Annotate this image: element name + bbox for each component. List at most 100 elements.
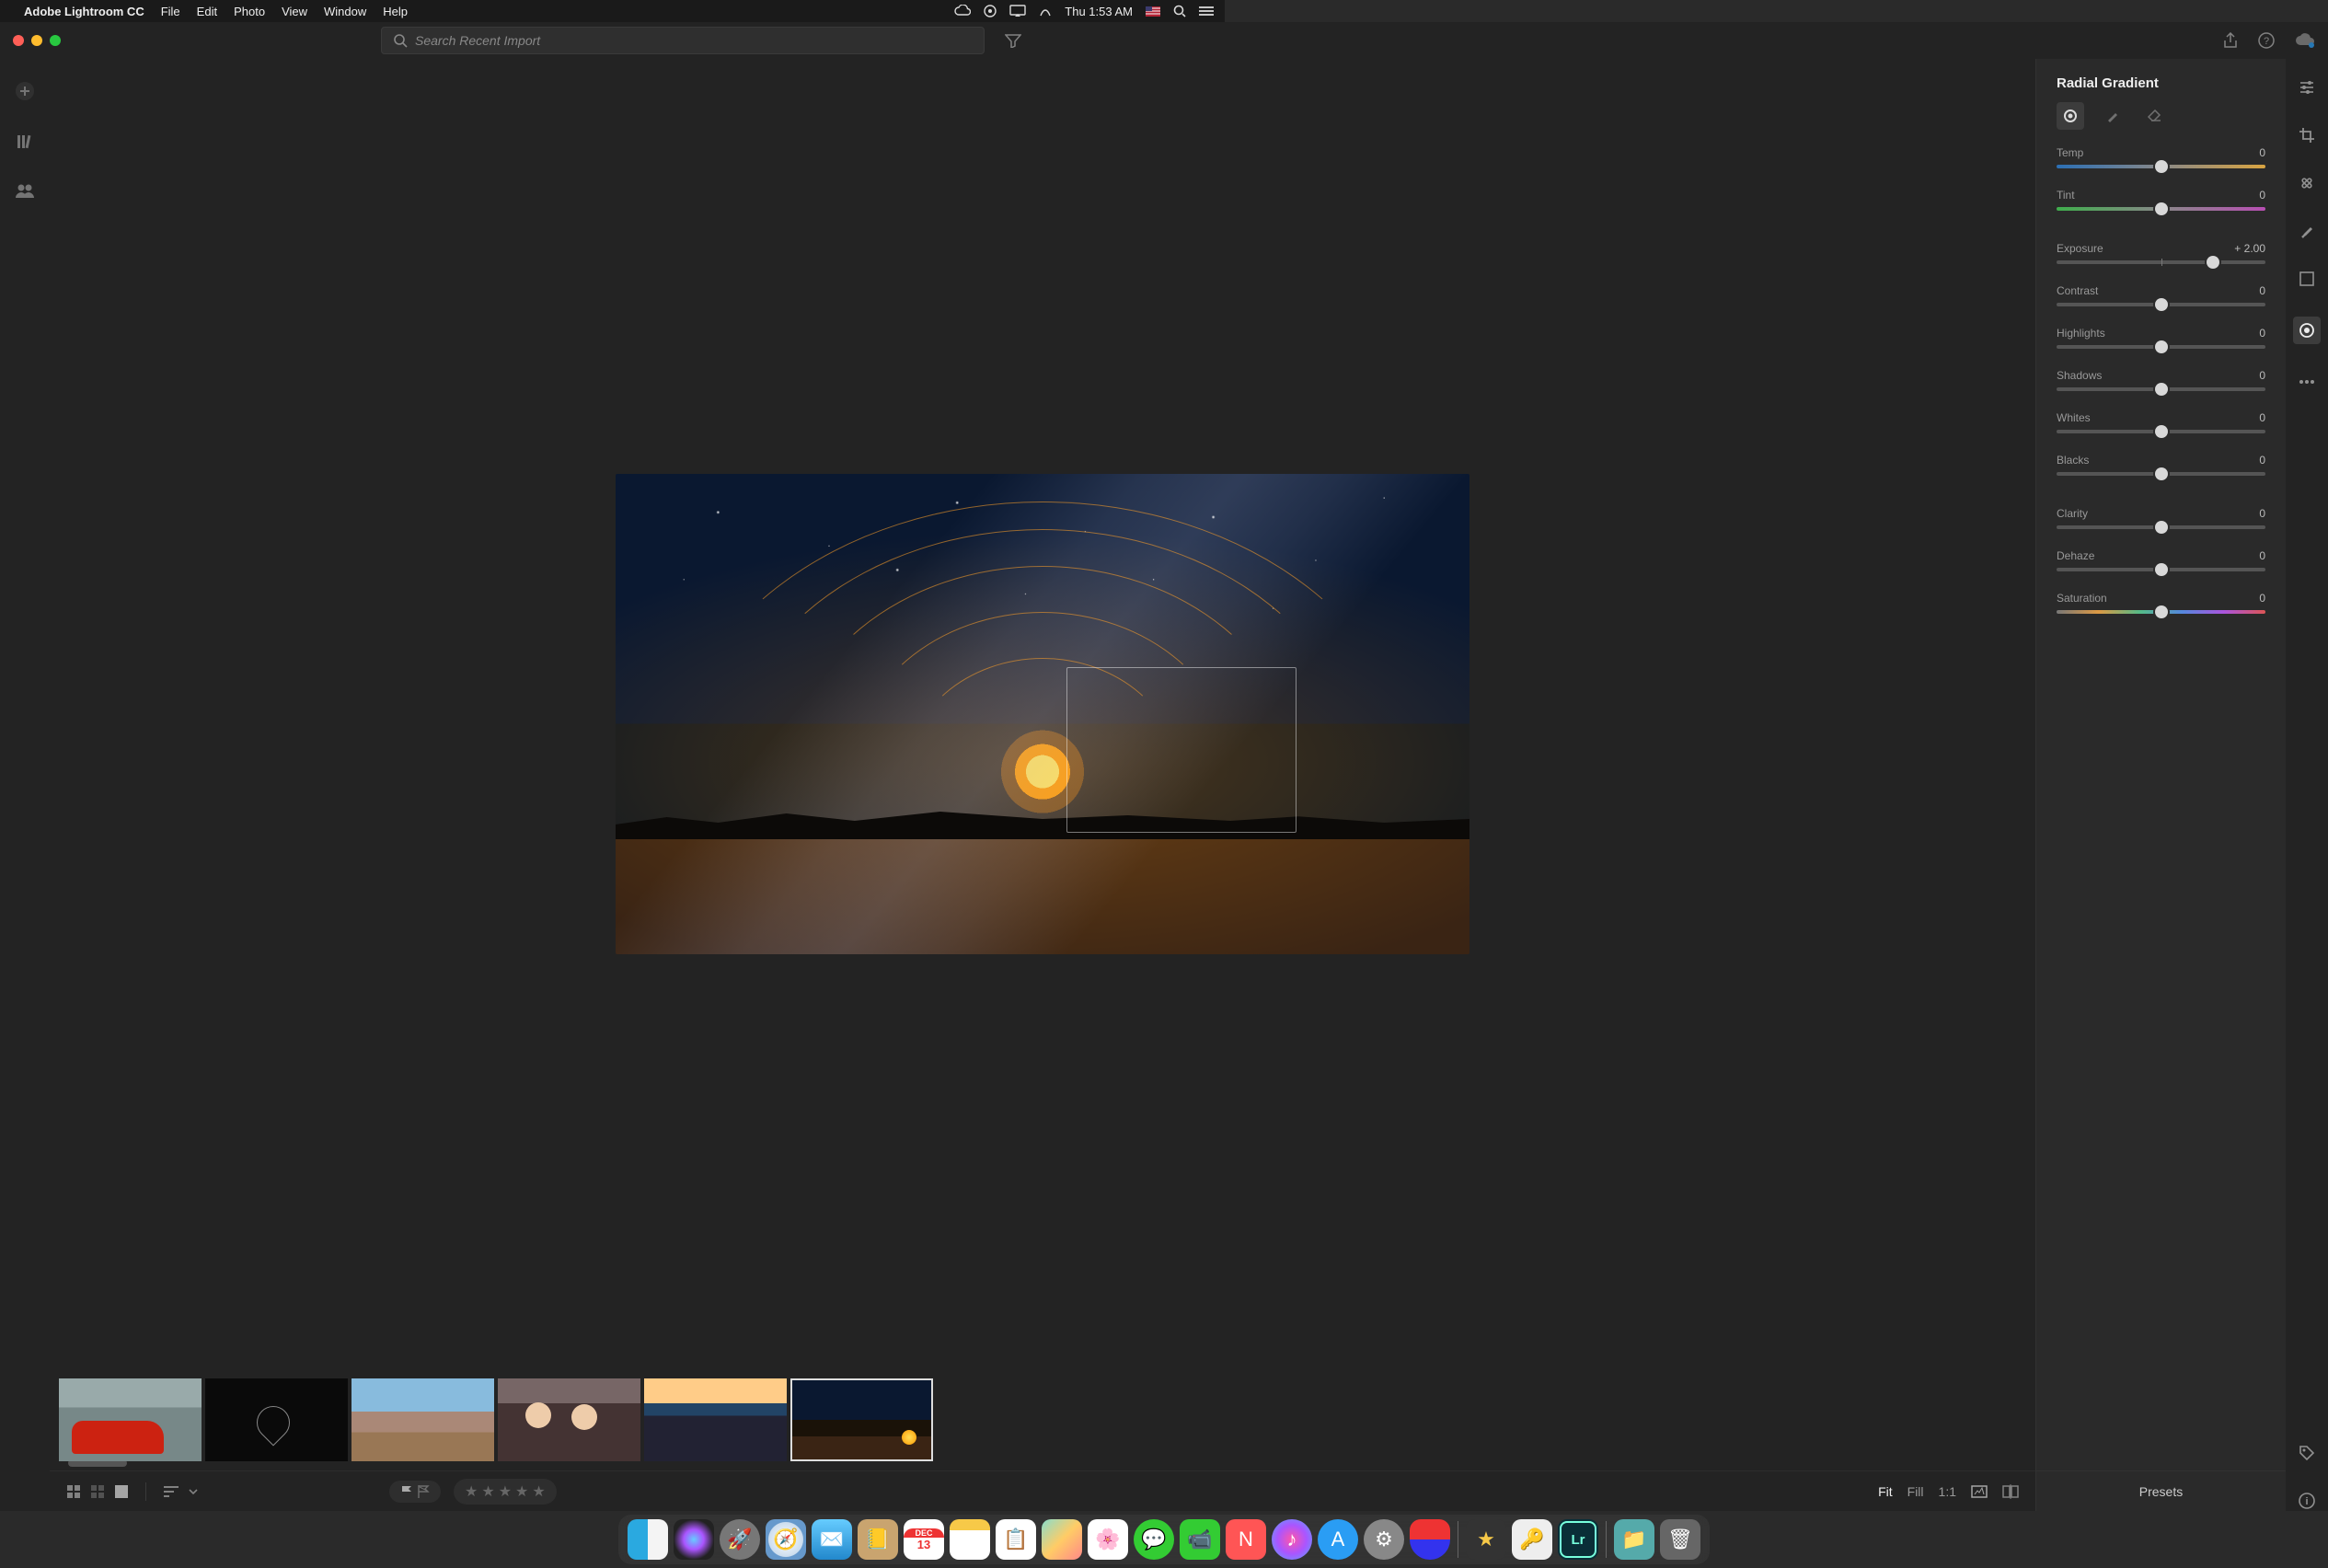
main-photo-canvas[interactable] [616, 474, 1469, 954]
dock-siri-icon[interactable] [674, 1519, 714, 1560]
dock-lightroom-icon[interactable]: Lr [1558, 1519, 1598, 1560]
share-icon[interactable] [2223, 32, 2238, 49]
zoom-1to1[interactable]: 1:1 [1939, 1484, 1956, 1499]
slider-value[interactable]: + 2.00 [2234, 242, 2265, 255]
library-icon[interactable] [16, 133, 34, 151]
filmstrip-thumb-selected[interactable] [790, 1378, 933, 1461]
slider-thumb[interactable] [2155, 383, 2168, 396]
dock-imovie-icon[interactable]: ★ [1466, 1519, 1506, 1560]
slider-value[interactable]: 0 [2259, 369, 2265, 382]
menu-file[interactable]: File [161, 5, 180, 18]
slider-track[interactable] [2057, 387, 2265, 391]
flag-reject-icon[interactable] [417, 1484, 430, 1499]
grid-view-large-icon[interactable] [90, 1484, 105, 1499]
zoom-fill[interactable]: Fill [1907, 1484, 1924, 1499]
zoom-fit[interactable]: Fit [1878, 1484, 1893, 1499]
input-source-flag-icon[interactable] [1146, 6, 1160, 17]
star-4[interactable]: ★ [515, 1482, 528, 1501]
presets-button[interactable]: Presets [2036, 1470, 2286, 1511]
dock-1password-icon[interactable]: 🔑 [1512, 1519, 1552, 1560]
sort-icon[interactable] [163, 1485, 179, 1498]
slider-value[interactable]: 0 [2259, 284, 2265, 297]
crop-icon[interactable] [2297, 125, 2317, 145]
slider-track[interactable] [2057, 430, 2265, 433]
dock-launchpad-icon[interactable]: 🚀 [720, 1519, 760, 1560]
linear-gradient-icon[interactable] [2297, 269, 2317, 289]
slider-track[interactable] [2057, 165, 2265, 168]
flag-pick-icon[interactable] [400, 1484, 413, 1499]
filmstrip-thumb[interactable] [498, 1378, 640, 1461]
dock-photos-icon[interactable]: 🌸 [1088, 1519, 1128, 1560]
star-3[interactable]: ★ [499, 1482, 512, 1501]
slider-track[interactable] [2057, 207, 2265, 211]
filmstrip-thumb[interactable] [205, 1378, 348, 1461]
slider-value[interactable]: 0 [2259, 146, 2265, 159]
dock-calendar-icon[interactable]: DEC13 [904, 1519, 944, 1560]
dock-trash-icon[interactable]: 🗑 [1660, 1519, 1700, 1560]
mask-new-icon[interactable] [2057, 102, 2084, 130]
dock-notes-icon[interactable] [950, 1519, 990, 1560]
dock-mail-icon[interactable]: ✉️ [812, 1519, 852, 1560]
slider-value[interactable]: 0 [2259, 592, 2265, 605]
control-center-icon[interactable] [1199, 6, 1214, 17]
slider-thumb[interactable] [2155, 563, 2168, 576]
filter-icon[interactable] [1005, 33, 1021, 48]
dock-maps-icon[interactable] [1042, 1519, 1082, 1560]
dock-contacts-icon[interactable]: 📒 [858, 1519, 898, 1560]
grid-view-small-icon[interactable] [66, 1484, 81, 1499]
single-view-icon[interactable] [114, 1484, 129, 1499]
healing-icon[interactable] [2297, 173, 2317, 193]
dock-news-icon[interactable]: N [1226, 1519, 1266, 1560]
menu-view[interactable]: View [282, 5, 307, 18]
menu-help[interactable]: Help [383, 5, 408, 18]
menu-photo[interactable]: Photo [234, 5, 265, 18]
slider-value[interactable]: 0 [2259, 411, 2265, 424]
sort-dropdown-icon[interactable] [189, 1488, 198, 1495]
dock-system-preferences-icon[interactable]: ⚙ [1364, 1519, 1404, 1560]
info-icon[interactable]: i [2297, 1491, 2317, 1511]
more-tools-icon[interactable] [2297, 372, 2317, 392]
slider-thumb[interactable] [2155, 202, 2168, 215]
dock-finder-icon[interactable] [628, 1519, 668, 1560]
dock-messages-icon[interactable]: 💬 [1134, 1519, 1174, 1560]
brush-tool-icon[interactable] [2297, 221, 2317, 241]
mask-erase-icon[interactable] [2141, 102, 2169, 130]
help-icon[interactable]: ? [2258, 32, 2275, 49]
slider-track[interactable] [2057, 260, 2265, 264]
filmstrip-thumb[interactable] [59, 1378, 202, 1461]
slider-thumb[interactable] [2155, 467, 2168, 480]
slider-thumb[interactable] [2155, 425, 2168, 438]
slider-thumb[interactable] [2207, 256, 2219, 269]
window-close-button[interactable] [13, 35, 24, 46]
filmstrip-thumb[interactable] [644, 1378, 787, 1461]
slider-track[interactable] [2057, 303, 2265, 306]
dock-itunes-icon[interactable]: ♪ [1272, 1519, 1312, 1560]
menubar-extra-icon[interactable] [1039, 5, 1052, 17]
shared-icon[interactable] [15, 182, 35, 199]
menubar-status-icon[interactable] [984, 5, 997, 17]
dock-magnet-icon[interactable] [1410, 1519, 1450, 1560]
window-maximize-button[interactable] [50, 35, 61, 46]
filmstrip-track[interactable] [59, 1378, 2026, 1461]
dock-reminders-icon[interactable]: 📋 [996, 1519, 1036, 1560]
keywords-icon[interactable] [2297, 1443, 2317, 1463]
cloud-sync-icon[interactable] [2295, 33, 2315, 48]
dock-appstore-icon[interactable]: A [1318, 1519, 1358, 1560]
slider-thumb[interactable] [2155, 340, 2168, 353]
slider-track[interactable] [2057, 472, 2265, 476]
dock-facetime-icon[interactable]: 📹 [1180, 1519, 1220, 1560]
dock-downloads-icon[interactable]: 📁 [1614, 1519, 1654, 1560]
mask-brush-icon[interactable] [2099, 102, 2126, 130]
slider-thumb[interactable] [2155, 160, 2168, 173]
window-minimize-button[interactable] [31, 35, 42, 46]
radial-gradient-overlay[interactable] [1066, 667, 1297, 833]
app-name[interactable]: Adobe Lightroom CC [24, 5, 144, 18]
search-input[interactable]: Search Recent Import [381, 27, 985, 54]
menu-edit[interactable]: Edit [197, 5, 217, 18]
filmstrip-thumb[interactable] [352, 1378, 494, 1461]
radial-gradient-icon[interactable] [2293, 317, 2321, 344]
menubar-clock[interactable]: Thu 1:53 AM [1065, 5, 1133, 18]
slider-value[interactable]: 0 [2259, 189, 2265, 202]
compare-icon[interactable] [2002, 1484, 2019, 1499]
slider-track[interactable] [2057, 610, 2265, 614]
